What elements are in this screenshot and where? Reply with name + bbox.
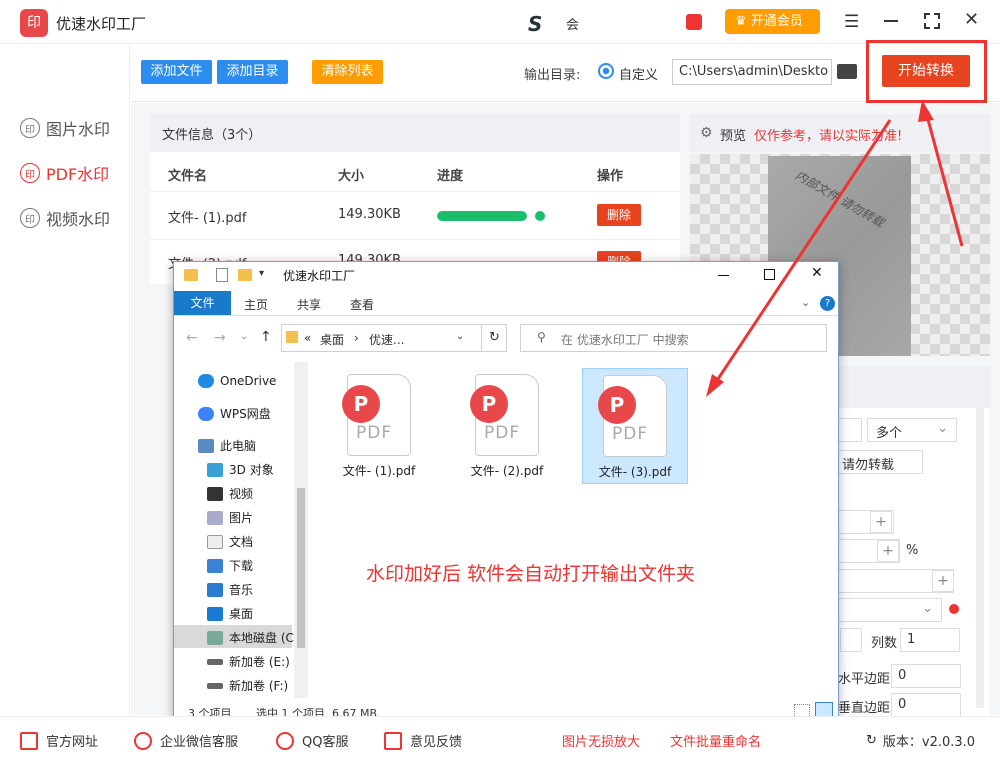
arrow-head	[706, 374, 724, 397]
version-label: 版本：v2.0.3.0	[882, 735, 976, 750]
annotation-arrows	[706, 100, 964, 397]
footer-version: ↻ 版本：v2.0.3.0	[866, 731, 975, 750]
footer-wechat-service[interactable]: 企业微信客服	[134, 731, 238, 750]
footer-qq-service[interactable]: QQ客服	[276, 731, 348, 750]
footer-website[interactable]: 官方网址	[20, 731, 98, 750]
footer-label: 官方网址	[46, 735, 99, 750]
qq-icon	[276, 731, 294, 750]
arrow-to-folder	[710, 119, 892, 389]
footer-link-rename[interactable]: 文件批量重命名	[670, 731, 761, 750]
footer-label: 意见反馈	[410, 735, 463, 750]
footer-label: 企业微信客服	[160, 735, 239, 750]
refresh-icon: ↻	[866, 733, 877, 748]
arrow-head	[918, 100, 934, 122]
arrow-to-button	[924, 111, 964, 247]
footer-feedback[interactable]: 意见反馈	[384, 731, 462, 750]
footer-label: QQ客服	[302, 735, 349, 750]
footer-link-upscale[interactable]: 图片无损放大	[562, 731, 640, 750]
feedback-icon	[384, 731, 402, 750]
wechat-icon	[134, 731, 152, 750]
website-icon	[20, 731, 38, 750]
